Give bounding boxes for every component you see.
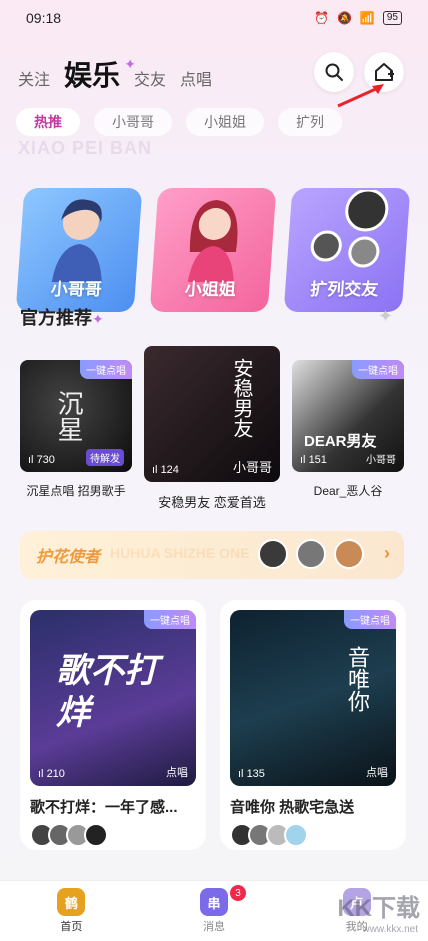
banner-avatars [258, 539, 364, 569]
mute-icon: 🔕 [336, 11, 352, 25]
item-tag: 小哥哥 [366, 455, 396, 466]
room-members [30, 823, 196, 847]
official-item[interactable]: 一键点唱 DEAR男友 ıl 151 小哥哥 Dear_恶人谷 [292, 360, 404, 499]
official-item[interactable]: 安稳男友 ıl 124 小哥哥 安稳男友 恋爱首选 [144, 346, 280, 511]
chevron-right-icon: › [384, 543, 390, 563]
item-tag: 待解发 [86, 449, 124, 466]
tab-entertainment[interactable]: 娱乐 ✦ [64, 54, 136, 98]
listener-count: ıl 151 [300, 454, 327, 466]
guardian-banner[interactable]: 护花使者 HUHUA SHIZHE ONE › [20, 531, 404, 579]
tab-friends[interactable]: 交友 [134, 66, 166, 98]
friends-avatars-icon [310, 190, 389, 268]
category-girls[interactable]: 小姐姐 [149, 188, 277, 312]
item-tag: 小哥哥 [232, 460, 272, 475]
filter-chips: 热推 小哥哥 小姐姐 扩列 [16, 108, 342, 136]
category-girls-label: 小姐姐 [184, 280, 237, 299]
message-icon: 串 [200, 888, 228, 916]
tab-follow[interactable]: 关注 [18, 66, 50, 98]
home-icon: 鹤 [57, 888, 86, 916]
cover-title: 沉星 [53, 390, 83, 442]
background-watermark: XIAO PEI BAN [18, 138, 153, 158]
avatar [296, 539, 326, 569]
category-boys-label: 小哥哥 [50, 280, 103, 299]
status-bar: 09:18 ⏰ 🔕 📶 95 [0, 0, 428, 36]
avatar [258, 539, 288, 569]
alarm-icon: ⏰ [314, 11, 329, 25]
search-icon [325, 63, 343, 81]
chip-expand[interactable]: 扩列 [278, 108, 342, 136]
room-name: 歌不打烊：一年了感... [30, 799, 178, 816]
category-boys[interactable]: 小哥哥 [15, 188, 143, 312]
official-cover: 一键点唱 DEAR男友 ıl 151 小哥哥 [292, 360, 404, 472]
sparkle-icon: ✦ [92, 311, 104, 327]
official-title-text: 官方推荐 [20, 308, 92, 328]
home-plus-icon [375, 63, 394, 81]
room-tag: 点唱 [166, 767, 188, 779]
boy-avatar-icon [51, 199, 102, 282]
sparkle-icon: ✦ [124, 56, 137, 72]
banner-title: 护花使者 [36, 549, 101, 566]
category-cards: 小哥哥 小姐姐 扩列交友 [15, 160, 411, 312]
quick-sing-badge[interactable]: 一键点唱 [144, 610, 196, 629]
official-item-title: Dear_恶人谷 [313, 484, 383, 498]
banner-subtitle: HUHUA SHIZHE ONE [110, 545, 250, 561]
listener-count-value: 730 [36, 454, 55, 466]
room-card[interactable]: 一键点唱 音唯你 ıl 135 点唱 音唯你 热歌宅急送 [220, 600, 406, 850]
avatar [84, 823, 108, 847]
avatar [334, 539, 364, 569]
quick-sing-badge[interactable]: 一键点唱 [344, 610, 396, 629]
official-item[interactable]: 一键点唱 沉星 ıl 730 待解发 沉星点唱 招男歌手 [20, 360, 132, 499]
tab-messages-label: 消息 [203, 921, 225, 933]
quick-sing-badge[interactable]: 一键点唱 [80, 360, 132, 379]
room-cover: 一键点唱 歌不打烊 ıl 210 点唱 [30, 610, 196, 786]
listener-count: ıl 730 [28, 454, 55, 466]
room-name: 音唯你 热歌宅急送 [230, 799, 355, 816]
room-members [230, 823, 396, 847]
room-tag: 点唱 [366, 767, 388, 779]
tab-home[interactable]: 鹤 首页 [0, 881, 143, 941]
message-count-badge: 3 [230, 885, 246, 901]
listener-count-value: 210 [46, 768, 65, 780]
girl-avatar-icon [187, 200, 238, 282]
listener-count-value: 135 [246, 768, 265, 780]
official-item-title: 安稳男友 恋爱首选 [158, 495, 266, 510]
chip-boys[interactable]: 小哥哥 [94, 108, 172, 136]
listener-count-value: 124 [160, 464, 179, 476]
room-card[interactable]: 一键点唱 歌不打烊 ıl 210 点唱 歌不打烊：一年了感... [20, 600, 206, 850]
cover-title: 音唯你 [344, 646, 369, 712]
status-time: 09:18 [26, 10, 62, 26]
avatar [284, 823, 308, 847]
category-make-friends[interactable]: 扩列交友 [283, 188, 411, 312]
tab-sing[interactable]: 点唱 [180, 66, 212, 98]
tab-home-label: 首页 [60, 921, 83, 933]
cover-title: DEAR男友 [304, 433, 377, 450]
listener-count: ıl 210 [38, 768, 65, 780]
site-watermark-logo: KK下载 [337, 895, 420, 922]
official-cover: 安稳男友 ıl 124 小哥哥 [144, 346, 280, 482]
listener-count: ıl 124 [152, 464, 179, 476]
listener-count-value: 151 [308, 454, 327, 466]
chip-hot[interactable]: 热推 [16, 108, 80, 136]
category-make-friends-label: 扩列交友 [309, 280, 379, 299]
chip-girls[interactable]: 小姐姐 [186, 108, 264, 136]
decor-star-icon: ✦ [378, 306, 394, 326]
room-cover: 一键点唱 音唯你 ıl 135 点唱 [230, 610, 396, 786]
battery-indicator: 95 [382, 11, 402, 25]
cover-title: 歌不打烊 [56, 652, 158, 732]
status-icons: ⏰ 🔕 📶 95 [314, 11, 402, 25]
official-cover: 一键点唱 沉星 ıl 730 待解发 [20, 360, 132, 472]
official-section-title: 官方推荐✦ [20, 304, 104, 330]
tab-entertainment-label: 娱乐 [64, 60, 121, 91]
listener-count: ıl 135 [238, 768, 265, 780]
quick-sing-badge[interactable]: 一键点唱 [352, 360, 404, 379]
cover-title: 安稳男友 [230, 358, 254, 438]
annotation-arrow-icon [337, 84, 384, 108]
site-watermark-url: www.kkx.net [362, 924, 418, 935]
official-item-title: 沉星点唱 招男歌手 [26, 484, 126, 498]
tab-messages[interactable]: 串 消息 [143, 881, 286, 941]
wifi-icon: 📶 [359, 11, 375, 25]
official-list: 一键点唱 沉星 ıl 730 待解发 沉星点唱 招男歌手 安稳男友 ıl 124… [20, 346, 408, 516]
